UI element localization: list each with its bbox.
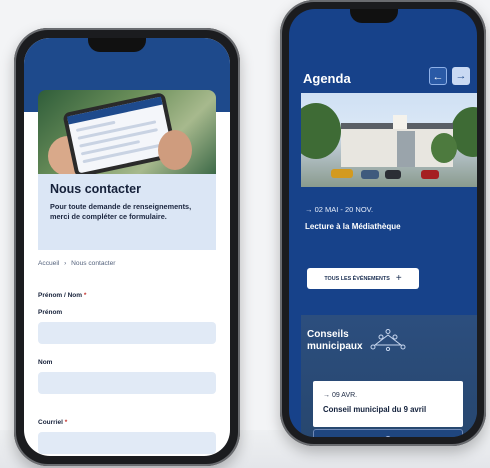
- email-label-text: Courriel: [38, 419, 63, 426]
- hero-card: Nous contacter Pour toute demande de ren…: [38, 174, 216, 250]
- name-group-label-text: Prénom / Nom: [38, 292, 83, 299]
- firstname-field[interactable]: [38, 322, 216, 344]
- council-name: Conseil municipal du 9 avril: [323, 405, 427, 414]
- next-card-peek[interactable]: [313, 429, 463, 437]
- all-events-label: TOUS LES ÉVÉNEMENTS: [324, 275, 390, 282]
- hand-graphic: [158, 130, 192, 170]
- councils-title-line1: Conseils: [307, 329, 349, 340]
- phone-agenda: Agenda ← → → 02 MAI - 20 NOV. Lecture à …: [280, 0, 486, 446]
- name-group-label: Prénom / Nom *: [38, 292, 86, 299]
- prev-arrow-button[interactable]: ←: [429, 67, 447, 85]
- page-title: Nous contacter: [50, 182, 141, 196]
- councils-section: Conseils municipaux → 09 AVR. Conseil mu…: [301, 315, 477, 437]
- council-card[interactable]: → 09 AVR. Conseil municipal du 9 avril: [313, 381, 463, 427]
- breadcrumb-current: Nous contacter: [71, 260, 116, 267]
- phone-notch: [88, 38, 146, 52]
- event-title-link[interactable]: Lecture à la Médiathèque: [305, 222, 401, 231]
- phone-screen: Agenda ← → → 02 MAI - 20 NOV. Lecture à …: [289, 9, 477, 437]
- lastname-label: Nom: [38, 359, 53, 366]
- councils-title-line2: municipaux: [307, 341, 363, 352]
- council-date: → 09 AVR.: [323, 392, 358, 399]
- councils-title: Conseils municipaux: [307, 329, 363, 353]
- phone-contact-form: Nous contacter Pour toute demande de ren…: [14, 28, 240, 466]
- event-date: → 02 MAI - 20 NOV.: [305, 205, 374, 214]
- phone-screen: Nous contacter Pour toute demande de ren…: [24, 38, 230, 456]
- event-image[interactable]: [301, 93, 477, 187]
- circle-icon: [385, 436, 391, 437]
- email-label: Courriel *: [38, 419, 67, 426]
- required-mark: *: [64, 419, 68, 426]
- firstname-label: Prénom: [38, 309, 63, 316]
- email-field[interactable]: [38, 432, 216, 454]
- breadcrumb-home-link[interactable]: Accueil: [38, 260, 59, 267]
- agenda-title: Agenda: [303, 71, 351, 86]
- all-events-button[interactable]: TOUS LES ÉVÉNEMENTS +: [307, 268, 419, 289]
- lastname-field[interactable]: [38, 372, 216, 394]
- breadcrumb-separator: ›: [64, 260, 67, 267]
- hero-image: [38, 90, 216, 174]
- plus-icon: +: [395, 273, 402, 284]
- next-arrow-button[interactable]: →: [452, 67, 470, 85]
- breadcrumb: Accueil › Nous contacter: [38, 260, 119, 267]
- meeting-table-icon: [370, 329, 406, 351]
- required-mark: *: [83, 292, 87, 299]
- intro-text: Pour toute demande de renseignements, me…: [50, 202, 192, 221]
- phone-notch: [350, 9, 398, 23]
